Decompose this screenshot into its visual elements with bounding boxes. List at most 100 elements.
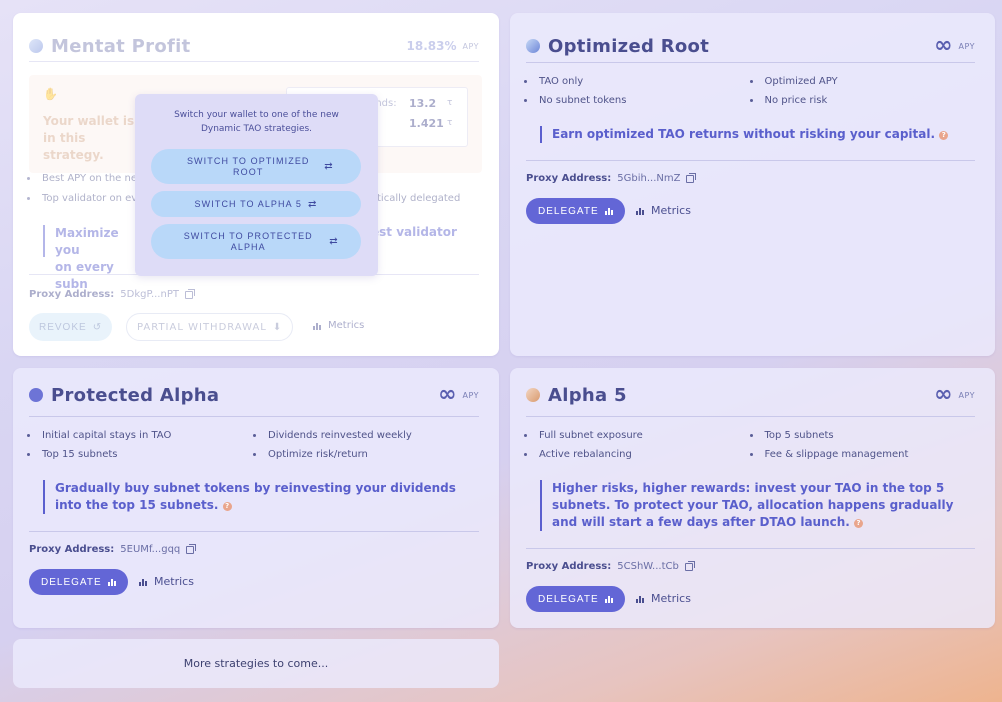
bar-chart-icon xyxy=(139,578,147,586)
feature-list: Full subnet exposure Top 5 subnets Activ… xyxy=(524,430,975,460)
metrics-label: Metrics xyxy=(328,320,365,331)
feature-item: Active rebalancing xyxy=(524,449,750,460)
metrics-label: Metrics xyxy=(651,592,691,605)
apy-label: APY xyxy=(462,390,479,400)
proxy-label: Proxy Address: xyxy=(29,544,115,555)
tao-unit: τ xyxy=(447,118,453,128)
switch-to-alpha-5-button[interactable]: SWITCH TO ALPHA 5 ⇄ xyxy=(151,191,361,217)
apy-label: APY xyxy=(462,41,479,51)
feature-item: tically delegated xyxy=(377,193,461,204)
swap-icon: ⇄ xyxy=(324,161,334,172)
divider xyxy=(526,62,975,63)
undo-icon: ↺ xyxy=(92,321,103,333)
bar-chart-icon xyxy=(604,207,613,215)
protected-alpha-logo-icon xyxy=(29,388,43,402)
help-icon[interactable]: ? xyxy=(854,519,864,528)
divider xyxy=(526,416,975,417)
feature-item: Optimized APY xyxy=(750,76,976,87)
protected-alpha-card: Protected Alpha ∞ APY Initial capital st… xyxy=(13,368,499,628)
proxy-address: Proxy Address: 5CShW...tCb xyxy=(526,560,695,572)
delegate-button[interactable]: DELEGATE xyxy=(29,569,128,595)
popup-text: Switch your wallet to one of the new Dyn… xyxy=(174,110,339,134)
metrics-link[interactable]: Metrics xyxy=(636,204,691,217)
swap-icon: ⇄ xyxy=(307,198,318,210)
divider xyxy=(29,531,479,532)
feature-item: TAO only xyxy=(524,76,750,87)
card-header: Optimized Root ∞ APY xyxy=(526,31,975,61)
alpha-5-card: Alpha 5 ∞ APY Full subnet exposure Top 5… xyxy=(510,368,995,628)
card-title: Mentat Profit xyxy=(51,35,191,57)
quote-line: Maximize you xyxy=(55,226,119,257)
strategy-quote: Maximize you on every subn xyxy=(43,225,133,291)
apy: 18.83% APY xyxy=(407,39,480,53)
feature-list: TAO only Optimized APY No subnet tokens … xyxy=(524,76,975,106)
feature-item: Full subnet exposure xyxy=(524,430,750,441)
feature-item: Fee & slippage management xyxy=(750,449,976,460)
card-header: Protected Alpha ∞ APY xyxy=(29,380,479,410)
apy: ∞ APY xyxy=(438,382,479,407)
switch-to-protected-alpha-button[interactable]: SWITCH TO PROTECTED ALPHA ⇄ xyxy=(151,224,361,259)
delegate-button[interactable]: DELEGATE xyxy=(526,586,625,612)
download-icon: ⬇ xyxy=(272,321,283,333)
feature-item: Top validator on eve xyxy=(27,193,143,204)
revoke-button[interactable]: REVOKE ↺ xyxy=(29,313,113,341)
help-icon[interactable]: ? xyxy=(939,131,949,140)
delegate-label: DELEGATE xyxy=(538,205,599,217)
proxy-address: Proxy Address: 5DkgP...nPT xyxy=(29,288,195,300)
copy-icon[interactable] xyxy=(186,543,197,554)
copy-icon[interactable] xyxy=(684,560,695,571)
card-title: Alpha 5 xyxy=(548,384,627,406)
switch-button-label: SWITCH TO OPTIMIZED ROOT xyxy=(186,155,310,177)
metrics-label: Metrics xyxy=(651,204,691,217)
copy-icon[interactable] xyxy=(184,288,195,299)
card-title: Protected Alpha xyxy=(51,384,220,406)
mentat-logo-icon xyxy=(29,39,43,53)
proxy-value: 5DkgP...nPT xyxy=(120,289,179,300)
feature-item: Optimize risk/return xyxy=(253,449,479,460)
divider xyxy=(526,548,975,549)
hand-coin-icon: ✋ xyxy=(43,87,58,101)
metrics-link[interactable]: Metrics xyxy=(636,592,691,605)
optimized-root-logo-icon xyxy=(526,39,540,53)
quote-text: Earn optimized TAO returns without riski… xyxy=(552,127,936,141)
metrics-link[interactable]: Metrics xyxy=(313,320,364,331)
apy: ∞ APY xyxy=(934,382,975,407)
proxy-value: 5Gbih...NmZ xyxy=(617,173,681,184)
strategy-quote: Higher risks, higher rewards: invest you… xyxy=(540,480,959,531)
infinity-icon: ∞ xyxy=(934,33,953,58)
bar-chart-icon xyxy=(636,207,644,215)
divider xyxy=(29,416,479,417)
infinity-icon: ∞ xyxy=(934,382,953,407)
funds-value: 13.2 xyxy=(409,97,437,110)
feature-item: No price risk xyxy=(750,95,976,106)
card-header: Alpha 5 ∞ APY xyxy=(526,380,975,410)
wallet-status-text: Your wallet is in this strategy. xyxy=(43,114,135,162)
feature-item: Top 15 subnets xyxy=(27,449,253,460)
strategy-quote: Gradually buy subnet tokens by reinvesti… xyxy=(43,480,463,514)
apy-label: APY xyxy=(958,41,975,51)
switch-button-label: SWITCH TO ALPHA 5 xyxy=(194,198,302,209)
feature-item: Dividends reinvested weekly xyxy=(253,430,479,441)
revoke-label: REVOKE xyxy=(39,321,87,333)
help-icon[interactable]: ? xyxy=(222,502,232,511)
proxy-label: Proxy Address: xyxy=(29,289,115,300)
partial-withdrawal-button[interactable]: PARTIAL WITHDRAWAL ⬇ xyxy=(126,313,294,341)
strategy-quote: Earn optimized TAO returns without riski… xyxy=(540,126,959,143)
infinity-icon: ∞ xyxy=(438,382,457,407)
proxy-label: Proxy Address: xyxy=(526,173,612,184)
quote-line: on every subn xyxy=(55,260,114,291)
copy-icon[interactable] xyxy=(686,172,697,183)
quote-text: Higher risks, higher rewards: invest you… xyxy=(552,481,954,529)
divider xyxy=(29,61,479,62)
bar-chart-icon xyxy=(313,322,321,330)
switch-button-label: SWITCH TO PROTECTED ALPHA xyxy=(183,230,313,252)
switch-to-optimized-root-button[interactable]: SWITCH TO OPTIMIZED ROOT ⇄ xyxy=(151,149,361,184)
feature-item: Best APY on the net xyxy=(27,173,141,184)
delegate-button[interactable]: DELEGATE xyxy=(526,198,625,224)
delegate-label: DELEGATE xyxy=(538,593,599,605)
metrics-label: Metrics xyxy=(154,575,194,588)
feature-item: Initial capital stays in TAO xyxy=(27,430,253,441)
metrics-link[interactable]: Metrics xyxy=(139,575,194,588)
bar-chart-icon xyxy=(636,595,644,603)
alpha-5-logo-icon xyxy=(526,388,540,402)
